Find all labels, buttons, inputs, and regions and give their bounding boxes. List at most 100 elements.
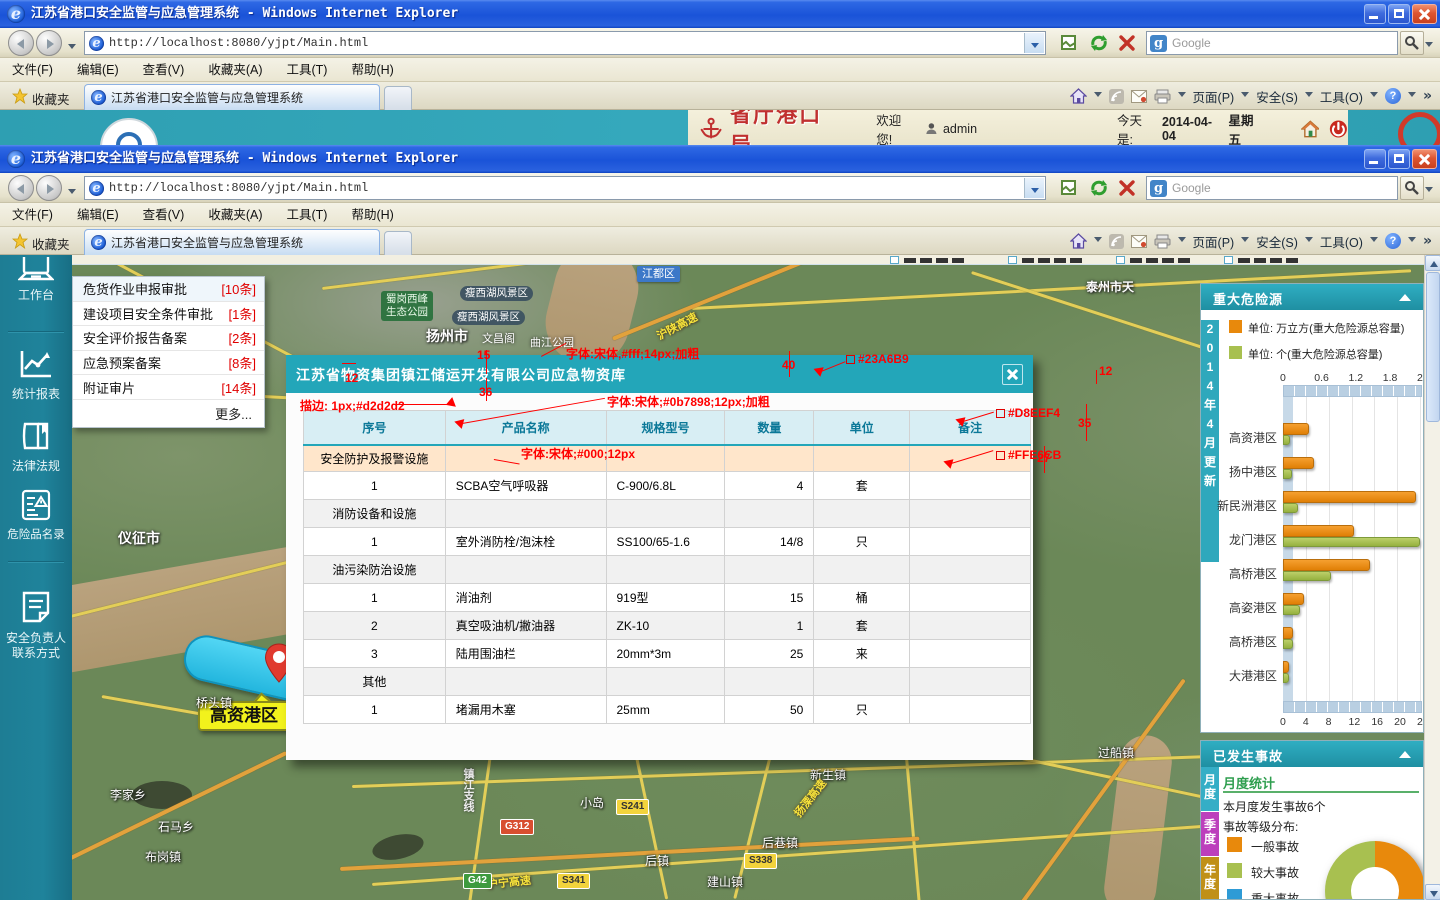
url-dropdown-icon[interactable] [1024,178,1044,198]
stop-button[interactable] [1114,31,1140,55]
layer-checkbox[interactable] [1008,256,1017,264]
quick-menu-item[interactable]: 应急预案备案[8条] [73,351,264,376]
page-menu-button[interactable]: 页面(P) [1193,87,1235,106]
quick-menu-item[interactable]: 附证审片[14条] [73,375,264,400]
username[interactable]: admin [943,122,977,136]
nav-history-dropdown-icon[interactable] [68,40,76,58]
favorites-label[interactable]: 收藏夹 [32,234,70,253]
stop-button[interactable] [1114,176,1140,200]
home-dropdown-icon[interactable] [1094,237,1102,246]
accident-period-tab[interactable]: 年度 [1201,857,1219,900]
refresh-button[interactable] [1086,31,1112,55]
menu-edit[interactable]: 编辑(E) [65,58,131,82]
rss-icon[interactable] [1109,234,1124,249]
printer-icon[interactable] [1154,89,1171,104]
command-overflow-icon[interactable]: » [1423,227,1432,255]
nav-history-dropdown-icon[interactable] [68,185,76,203]
sidebar-item-safety-contacts[interactable]: 安全负责人联系方式 [0,591,72,661]
minimize-button[interactable] [1364,149,1386,169]
hazard-panel-header[interactable]: 重大危险源 [1201,284,1423,310]
search-button[interactable] [1400,176,1424,200]
quick-menu-more[interactable]: 更多... [73,400,264,427]
scroll-down-button[interactable] [1425,884,1440,900]
close-button[interactable] [1412,149,1437,169]
accident-period-tab[interactable]: 月度 [1201,767,1219,811]
tab-active[interactable]: e 江苏省港口安全监管与应急管理系统 [84,229,380,255]
tools-menu-button[interactable]: 工具(O) [1320,87,1363,106]
accident-period-tab[interactable]: 季度 [1201,812,1219,856]
favorites-label[interactable]: 收藏夹 [32,89,70,108]
quick-menu-item[interactable]: 安全评价报告备案[2条] [73,326,264,351]
menu-favorites[interactable]: 收藏夹(A) [196,58,274,82]
back-button[interactable] [8,30,34,56]
search-options-dropdown-icon[interactable] [1425,183,1433,201]
menu-file[interactable]: 文件(F) [0,58,65,82]
search-box[interactable]: g Google [1146,176,1398,200]
compatibility-button[interactable] [1056,176,1082,200]
banner-home-icon[interactable] [1301,119,1320,139]
tools-menu-button[interactable]: 工具(O) [1320,232,1363,251]
forward-button[interactable] [36,175,62,201]
compatibility-button[interactable] [1056,31,1082,55]
safety-menu-button[interactable]: 安全(S) [1256,87,1298,106]
layer-checkbox[interactable] [1116,256,1125,264]
back-button[interactable] [8,175,34,201]
dialog-close-button[interactable] [1002,364,1023,385]
menu-favorites[interactable]: 收藏夹(A) [196,203,274,227]
menu-edit[interactable]: 编辑(E) [65,203,131,227]
printer-icon[interactable] [1154,234,1171,249]
quick-menu-item[interactable]: 建设项目安全条件审批[1条] [73,302,264,327]
print-dropdown-icon[interactable] [1178,237,1186,246]
collapse-icon[interactable] [1399,751,1411,758]
command-overflow-icon[interactable]: » [1423,82,1432,110]
rss-icon[interactable] [1109,89,1124,104]
home-icon[interactable] [1070,233,1087,249]
collapse-icon[interactable] [1399,294,1411,301]
vertical-scrollbar[interactable] [1424,255,1440,900]
page-menu-button[interactable]: 页面(P) [1193,232,1235,251]
refresh-button[interactable] [1086,176,1112,200]
sidebar-item-statistics[interactable]: 统计报表 [0,349,72,402]
menu-tools[interactable]: 工具(T) [274,58,339,82]
sidebar-item-laws[interactable]: 法律法规 [0,421,72,474]
menu-help[interactable]: 帮助(H) [339,203,405,227]
tab-new[interactable] [384,231,412,255]
layer-checkbox[interactable] [890,256,899,264]
layer-checkbox[interactable] [1224,256,1233,264]
search-button[interactable] [1400,31,1424,55]
home-dropdown-icon[interactable] [1094,92,1102,101]
help-icon[interactable]: ? [1385,88,1401,104]
menu-file[interactable]: 文件(F) [0,203,65,227]
url-field[interactable]: e http://localhost:8080/yjpt/Main.html [84,31,1046,55]
menu-tools[interactable]: 工具(T) [274,203,339,227]
maximize-button[interactable] [1388,149,1410,169]
scroll-up-button[interactable] [1425,255,1440,271]
menu-help[interactable]: 帮助(H) [339,58,405,82]
window-titlebar[interactable]: e 江苏省港口安全监管与应急管理系统 - Windows Internet Ex… [0,0,1440,28]
home-icon[interactable] [1070,88,1087,104]
mail-icon[interactable] [1131,235,1147,248]
search-box[interactable]: g Google [1146,31,1398,55]
menu-view[interactable]: 查看(V) [131,203,197,227]
menu-view[interactable]: 查看(V) [131,58,197,82]
mail-icon[interactable] [1131,90,1147,103]
maximize-button[interactable] [1388,4,1410,24]
sidebar-item-hazmat-list[interactable]: 危险品名录 [0,489,72,543]
print-dropdown-icon[interactable] [1178,92,1186,101]
search-options-dropdown-icon[interactable] [1425,38,1433,56]
forward-button[interactable] [36,30,62,56]
quick-menu-item[interactable]: 危货作业申报审批[10条] [73,277,264,302]
scroll-thumb[interactable] [1426,272,1440,422]
favorites-star-icon[interactable] [12,233,28,249]
favorites-star-icon[interactable] [12,88,28,104]
url-field[interactable]: e http://localhost:8080/yjpt/Main.html [84,176,1046,200]
accidents-panel-header[interactable]: 已发生事故 [1201,741,1423,767]
url-dropdown-icon[interactable] [1024,33,1044,53]
window-titlebar[interactable]: e 江苏省港口安全监管与应急管理系统 - Windows Internet Ex… [0,145,1440,173]
help-icon[interactable]: ? [1385,233,1401,249]
tab-active[interactable]: e 江苏省港口安全监管与应急管理系统 [84,84,380,110]
logout-power-icon[interactable] [1329,118,1348,140]
tab-new[interactable] [384,86,412,110]
sidebar-item-workbench[interactable]: 工作台 [0,255,72,303]
safety-menu-button[interactable]: 安全(S) [1256,232,1298,251]
